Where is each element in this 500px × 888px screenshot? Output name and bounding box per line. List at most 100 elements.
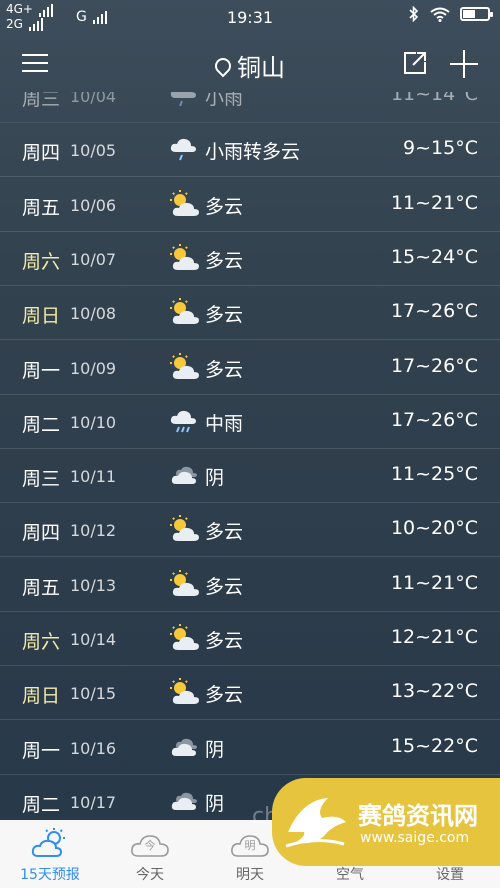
forecast-date: 10/15 [70, 684, 117, 704]
tab-label: 今天 [136, 867, 164, 883]
forecast-weekday: 周二 [22, 413, 61, 436]
forecast-condition: 小雨转多云 [205, 141, 301, 164]
forecast-row[interactable]: 周日 10/15 多云 13~22°C [0, 665, 500, 721]
status-icons [408, 6, 493, 22]
saige-watermark: 赛鸽资讯网 www.saige.com [272, 778, 500, 866]
tab-today[interactable]: 今 今天 [100, 820, 200, 888]
forecast-temperature: 11~25°C [390, 463, 478, 486]
forecast-date: 10/12 [70, 521, 117, 541]
forecast-date: 10/10 [70, 412, 117, 432]
rain-icon [168, 135, 200, 163]
forecast-weekday: 周一 [22, 739, 61, 762]
moderate-rain-icon [168, 407, 200, 435]
forecast-date: 10/17 [70, 792, 117, 812]
tab-label: 15天预报 [20, 867, 80, 883]
sun-cloud-tab-icon [31, 828, 65, 857]
forecast-condition: 多云 [205, 575, 244, 598]
forecast-temperature: 11~21°C [390, 191, 478, 214]
forecast-condition: 多云 [205, 684, 244, 707]
forecast-temperature: 15~22°C [390, 734, 478, 757]
forecast-temperature: 17~26°C [390, 354, 478, 377]
forecast-weekday: 周五 [22, 196, 61, 219]
forecast-condition: 多云 [205, 521, 244, 544]
partly-cloudy-icon [168, 189, 200, 218]
forecast-condition: 中雨 [205, 412, 244, 435]
forecast-condition: 多云 [205, 304, 244, 327]
rain-icon [168, 92, 200, 109]
overcast-icon [168, 461, 200, 489]
tab-15-day-forecast[interactable]: 15天预报 [0, 820, 100, 888]
city-name: 铜山 [237, 54, 285, 82]
watermark-text: 赛鸽资讯网 [358, 802, 478, 830]
forecast-row[interactable]: 周二 10/10 中雨 17~26°C [0, 394, 500, 449]
forecast-temperature: 17~26°C [390, 408, 478, 431]
forecast-date: 10/11 [70, 467, 117, 487]
forecast-row[interactable]: 周三 10/04 小雨 11~14°C [0, 92, 500, 123]
tab-label: 明天 [236, 867, 264, 883]
wifi-icon [430, 7, 450, 22]
forecast-weekday: 周三 [22, 92, 61, 110]
partly-cloudy-icon [168, 678, 200, 706]
share-icon[interactable] [402, 50, 428, 76]
forecast-weekday: 周四 [22, 522, 61, 545]
partly-cloudy-icon [168, 352, 200, 381]
forecast-row[interactable]: 周日 10/08 多云 17~26°C [0, 285, 500, 341]
forecast-temperature: 15~24°C [390, 245, 478, 268]
partly-cloudy-icon [168, 569, 200, 598]
forecast-temperature: 10~20°C [390, 517, 478, 540]
forecast-temperature: 17~26°C [390, 300, 478, 323]
partly-cloudy-icon [168, 624, 200, 652]
forecast-condition: 阴 [205, 467, 225, 490]
partly-cloudy-icon [168, 243, 200, 272]
status-bar: 4G+ 2G G 19:31 [0, 0, 500, 34]
forecast-weekday: 周日 [22, 305, 61, 328]
forecast-weekday: 周二 [22, 793, 61, 816]
forecast-condition: 多云 [205, 630, 244, 652]
pigeon-logo-icon [285, 798, 346, 848]
forecast-condition: 多云 [205, 358, 244, 381]
forecast-weekday: 周六 [22, 250, 61, 273]
forecast-date: 10/05 [70, 141, 117, 161]
forecast-weekday: 周日 [22, 685, 61, 708]
forecast-date: 10/14 [70, 630, 117, 649]
forecast-weekday: 周四 [22, 142, 61, 165]
forecast-list[interactable]: 周三 10/04 小雨 11~14°C 周四 10/05 小雨转多云 9~15°C 周五 10/0… [0, 92, 500, 820]
forecast-weekday: 周一 [22, 359, 61, 382]
bluetooth-icon [409, 6, 419, 22]
app-header: 铜山 [0, 34, 500, 92]
forecast-condition: 小雨 [205, 92, 244, 109]
forecast-condition: 阴 [205, 738, 225, 761]
forecast-date: 10/04 [70, 92, 117, 106]
forecast-row[interactable]: 周四 10/12 多云 10~20°C [0, 502, 500, 558]
partly-cloudy-icon [168, 515, 200, 543]
forecast-date: 10/16 [70, 738, 117, 758]
forecast-temperature: 11~14°C [390, 92, 478, 105]
forecast-temperature: 11~21°C [390, 571, 478, 594]
forecast-row[interactable]: 周六 10/14 多云 12~21°C [0, 611, 500, 666]
tab-label: 空气 [336, 867, 364, 883]
forecast-temperature: 9~15°C [403, 137, 478, 160]
forecast-weekday: 周三 [22, 468, 61, 491]
tab-label: 设置 [436, 867, 464, 883]
forecast-condition: 多云 [205, 249, 244, 272]
forecast-row[interactable]: 周三 10/11 阴 11~25°C [0, 448, 500, 504]
overcast-icon [168, 787, 200, 815]
forecast-row[interactable]: 周五 10/13 多云 11~21°C [0, 557, 500, 612]
forecast-weekday: 周六 [22, 631, 61, 653]
forecast-condition: 多云 [205, 195, 244, 218]
forecast-temperature: 12~21°C [390, 626, 478, 648]
forecast-row[interactable]: 周一 10/16 阴 15~22°C [0, 720, 500, 775]
forecast-row[interactable]: 周六 10/07 多云 15~24°C [0, 231, 500, 286]
forecast-date: 10/06 [70, 195, 117, 215]
forecast-weekday: 周五 [22, 576, 61, 599]
forecast-date: 10/09 [70, 358, 117, 378]
watermark-url: www.saige.com [360, 830, 470, 846]
forecast-row[interactable]: 周四 10/05 小雨转多云 9~15°C [0, 122, 500, 178]
partly-cloudy-icon [168, 298, 200, 326]
add-city-icon[interactable] [450, 50, 478, 78]
battery-icon [460, 7, 493, 21]
forecast-row[interactable]: 周一 10/09 多云 17~26°C [0, 340, 500, 395]
location-pin-icon [211, 54, 235, 78]
forecast-date: 10/07 [70, 249, 117, 269]
forecast-row[interactable]: 周五 10/06 多云 11~21°C [0, 177, 500, 232]
